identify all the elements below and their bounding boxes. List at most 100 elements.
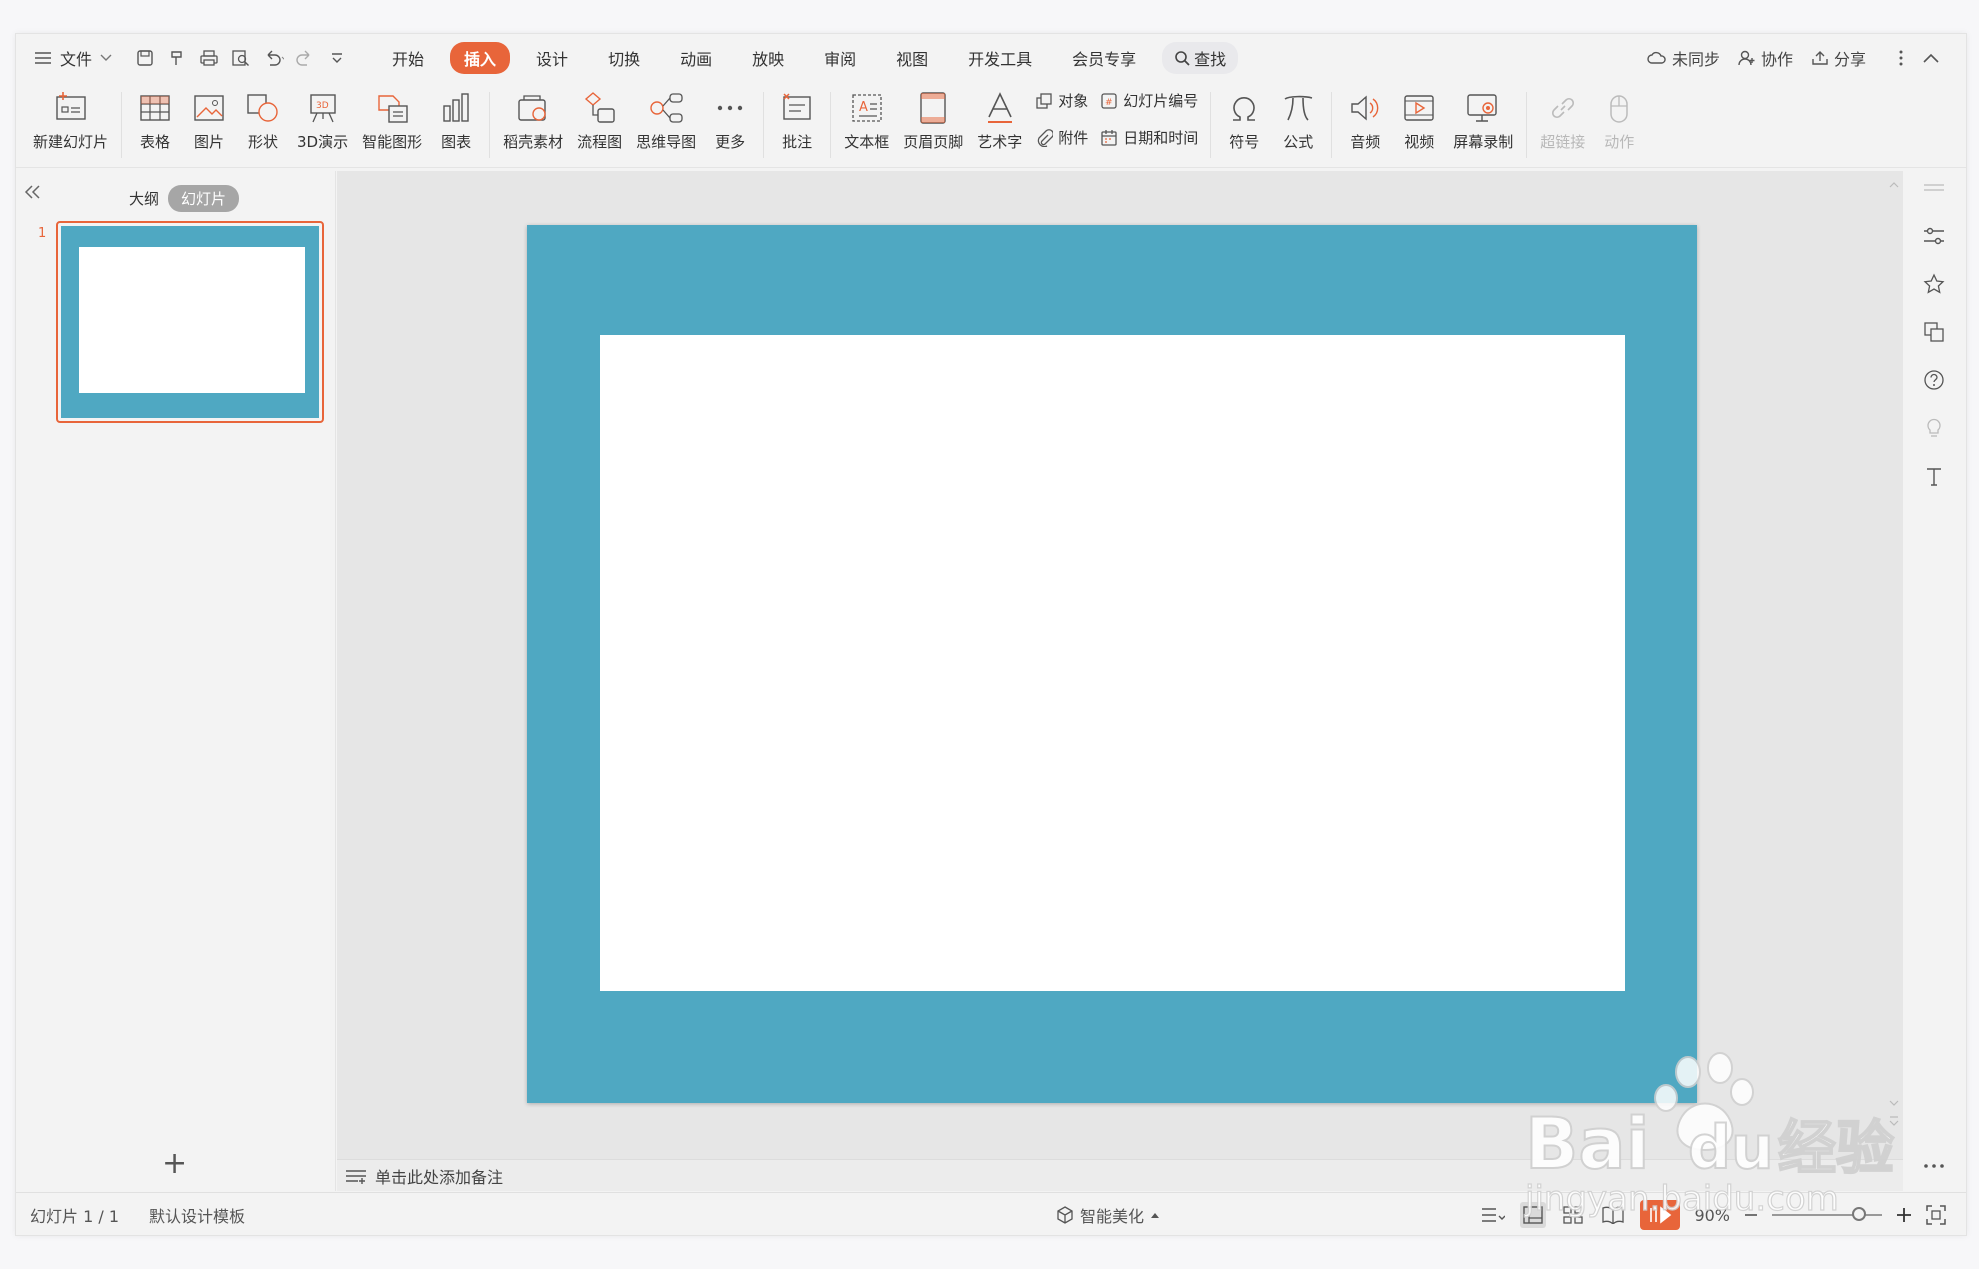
smart-shape-button[interactable]: 智能图形: [362, 82, 422, 152]
vertical-scrollbar[interactable]: [1885, 171, 1903, 1161]
slide-editing-area: 单击此处添加备注: [337, 171, 1903, 1191]
zoom-slider-knob[interactable]: [1852, 1207, 1866, 1221]
video-button[interactable]: 视频: [1399, 82, 1439, 152]
new-slide-label: 新建幻灯片: [33, 133, 109, 151]
template-name[interactable]: 默认设计模板: [149, 1203, 245, 1227]
menu-bar: 文件 开始 插入 设计 切换 动画 放映 审阅 视图 开发工具 会员专享 查找 …: [16, 34, 1966, 82]
mouse-icon: [1599, 88, 1639, 128]
mindmap-button[interactable]: 思维导图: [636, 82, 696, 152]
tab-review[interactable]: 审阅: [810, 42, 870, 74]
sync-button[interactable]: 未同步: [1647, 46, 1720, 70]
chevron-up-icon[interactable]: [1922, 52, 1940, 64]
action-button[interactable]: 动作: [1599, 82, 1639, 152]
symbol-button[interactable]: 符号: [1224, 82, 1264, 152]
share-label: 分享: [1833, 50, 1866, 69]
object-attachment-group: 对象 附件: [1035, 82, 1088, 156]
wordart-button[interactable]: 艺术字: [977, 82, 1022, 152]
notes-icon: [345, 1168, 367, 1184]
share-button[interactable]: 分享: [1811, 46, 1866, 70]
play-slideshow-button[interactable]: [1640, 1200, 1681, 1230]
tab-member[interactable]: 会员专享: [1058, 42, 1150, 74]
attachment-button[interactable]: 附件: [1035, 123, 1088, 152]
tab-slideshow[interactable]: 放映: [738, 42, 798, 74]
file-menu[interactable]: 文件: [34, 46, 112, 70]
zoom-out-icon[interactable]: [1744, 1213, 1758, 1217]
more-button[interactable]: 更多: [710, 82, 750, 152]
tab-view[interactable]: 视图: [882, 42, 942, 74]
tab-home[interactable]: 开始: [378, 42, 438, 74]
notes-toggle-icon[interactable]: [1480, 1202, 1506, 1228]
properties-icon[interactable]: [1921, 223, 1947, 249]
zoom-level[interactable]: 90%: [1694, 1206, 1730, 1225]
datetime-button[interactable]: 日期和时间: [1100, 123, 1198, 152]
hyperlink-label: 超链接: [1540, 133, 1586, 151]
print-icon[interactable]: [198, 47, 220, 69]
smart-beautify-button[interactable]: 智能美化: [1056, 1203, 1160, 1227]
flowchart-button[interactable]: 流程图: [577, 82, 622, 152]
new-slide-button[interactable]: 新建幻灯片: [33, 82, 108, 152]
search-button[interactable]: 查找: [1162, 42, 1239, 74]
file-menu-label: 文件: [60, 50, 93, 69]
print-preview-icon[interactable]: [230, 47, 252, 69]
collab-label: 协作: [1760, 50, 1793, 69]
outline-tab[interactable]: 大纲: [116, 185, 172, 212]
object-button[interactable]: 对象: [1035, 86, 1088, 115]
slide-thumbnail[interactable]: [56, 221, 324, 423]
undo-icon[interactable]: [262, 47, 285, 69]
header-footer-label: 页眉页脚: [903, 133, 964, 151]
formula-button[interactable]: 公式: [1278, 82, 1318, 152]
fit-window-icon[interactable]: [1926, 1205, 1946, 1225]
hyperlink-button[interactable]: 超链接: [1540, 82, 1585, 152]
zoom-slider[interactable]: [1772, 1207, 1882, 1221]
collab-button[interactable]: 协作: [1738, 46, 1793, 70]
mindmap-label: 思维导图: [636, 133, 697, 151]
help-icon[interactable]: [1921, 367, 1947, 393]
wordart-label: 艺术字: [977, 133, 1023, 151]
slide-number-button[interactable]: # 幻灯片编号: [1100, 86, 1198, 115]
redo-icon[interactable]: [294, 47, 316, 69]
add-slide-button[interactable]: +: [162, 1146, 187, 1181]
textbox-button[interactable]: A 文本框: [844, 82, 889, 152]
chart-button[interactable]: 图表: [436, 82, 476, 152]
user-add-icon: [1738, 50, 1756, 66]
demo3d-button[interactable]: 3D 3D演示: [297, 82, 348, 152]
more-vertical-icon[interactable]: [1898, 49, 1904, 67]
normal-view-icon[interactable]: [1520, 1202, 1547, 1228]
selection-pane-icon[interactable]: [1921, 319, 1947, 345]
table-button[interactable]: 表格: [135, 82, 175, 152]
thumbnail-background: [61, 226, 319, 418]
header-footer-button[interactable]: 页眉页脚: [903, 82, 963, 152]
tab-transition[interactable]: 切换: [594, 42, 654, 74]
star-icon[interactable]: [1921, 271, 1947, 297]
collapse-panel-icon[interactable]: [24, 185, 42, 199]
table-label: 表格: [140, 133, 171, 151]
menu-right-actions: 未同步 协作 分享: [1647, 34, 1940, 82]
tab-insert[interactable]: 插入: [450, 42, 511, 74]
docer-button[interactable]: 稻壳素材: [503, 82, 563, 152]
screen-record-button[interactable]: 屏幕录制: [1453, 82, 1513, 152]
slide-sorter-icon[interactable]: [1560, 1202, 1586, 1228]
notes-pane[interactable]: 单击此处添加备注: [337, 1159, 1903, 1191]
more-horizontal-icon[interactable]: [1923, 1163, 1945, 1169]
slides-tab[interactable]: 幻灯片: [168, 185, 240, 212]
comment-button[interactable]: 批注: [777, 82, 817, 152]
tab-animation[interactable]: 动画: [666, 42, 726, 74]
wordart-icon: [980, 88, 1020, 128]
drag-handle-icon[interactable]: [1921, 175, 1947, 201]
comment-label: 批注: [782, 133, 813, 151]
tab-design[interactable]: 设计: [522, 42, 582, 74]
zoom-in-icon[interactable]: [1896, 1207, 1912, 1223]
picture-button[interactable]: 图片: [189, 82, 229, 152]
audio-button[interactable]: 音频: [1345, 82, 1385, 152]
symbol-label: 符号: [1229, 133, 1260, 151]
slide-canvas[interactable]: [527, 225, 1697, 1103]
text-format-icon[interactable]: [1921, 463, 1947, 489]
lightbulb-icon[interactable]: [1921, 415, 1947, 441]
customize-toolbar-icon[interactable]: [326, 47, 348, 69]
white-rectangle-shape[interactable]: [600, 335, 1625, 991]
tab-developer[interactable]: 开发工具: [954, 42, 1046, 74]
format-painter-icon[interactable]: [166, 47, 188, 69]
save-icon[interactable]: [134, 47, 156, 69]
reading-view-icon[interactable]: [1600, 1202, 1626, 1228]
shape-button[interactable]: 形状: [243, 82, 283, 152]
